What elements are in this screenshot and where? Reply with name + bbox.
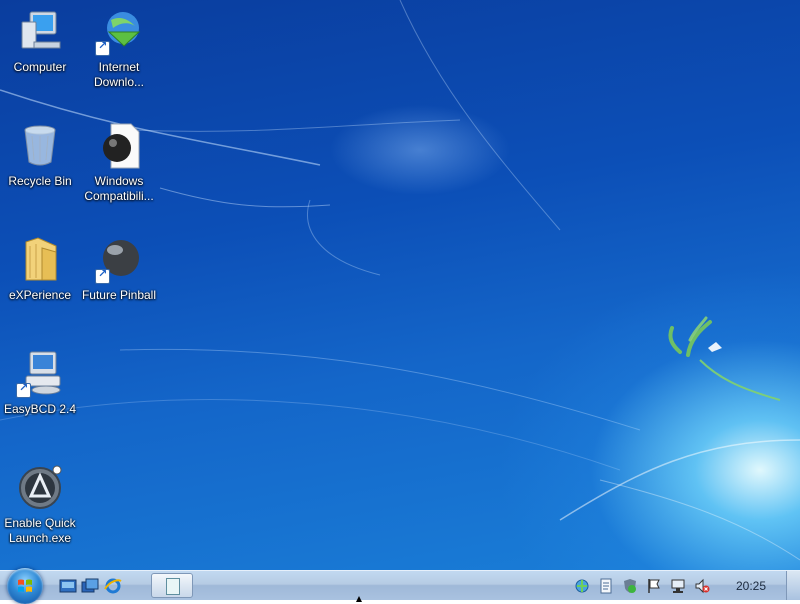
document-icon[interactable] (598, 578, 614, 594)
recycle-bin-label: Recycle Bin (8, 174, 72, 188)
taskbar-open-window-button[interactable] (151, 573, 193, 598)
network-icon[interactable] (670, 578, 686, 594)
windows-compatibility-desktop-icon[interactable]: Windows Compatibili... (79, 122, 159, 204)
shortcut-arrow-icon (95, 39, 110, 56)
enable-quick-launch-icon (16, 464, 64, 512)
computer-label: Computer (13, 60, 67, 74)
experience-folder-desktop-icon[interactable]: eXPerience (0, 236, 80, 303)
windows-start-orb-icon (18, 579, 32, 592)
clock[interactable]: 20:25 (726, 579, 776, 593)
internet-explorer-icon[interactable] (104, 577, 122, 595)
network-globe-icon[interactable] (574, 578, 590, 594)
action-center-flag-icon[interactable] (646, 578, 662, 594)
internet-download-manager-icon (95, 8, 143, 56)
show-desktop-icon[interactable] (59, 577, 77, 595)
notepad-icon (166, 578, 180, 595)
shortcut-arrow-icon (95, 267, 110, 284)
future-pinball-desktop-icon[interactable]: Future Pinball (79, 236, 159, 303)
shortcut-arrow-icon (16, 381, 31, 398)
mouse-cursor (356, 596, 362, 602)
computer-desktop-icon[interactable]: Computer (0, 8, 80, 75)
volume-muted-icon[interactable] (694, 578, 710, 594)
easybcd-icon (16, 350, 64, 398)
internet-download-manager-label: Internet Downlo... (93, 60, 145, 89)
easybcd-label: EasyBCD 2.4 (3, 402, 77, 416)
desktop[interactable]: Computer Internet Downlo... Recycle Bin (0, 0, 800, 570)
recycle-bin-icon (16, 122, 64, 170)
switch-windows-icon[interactable] (81, 577, 99, 595)
windows-compatibility-label: Windows Compatibili... (84, 174, 154, 203)
future-pinball-label: Future Pinball (81, 288, 157, 302)
windows-compatibility-icon (95, 122, 143, 170)
recycle-bin-desktop-icon[interactable]: Recycle Bin (0, 122, 80, 189)
future-pinball-icon (95, 236, 143, 284)
taskbar: 20:25 (0, 568, 800, 604)
internet-download-manager-desktop-icon[interactable]: Internet Downlo... (79, 8, 159, 90)
folder-icon (16, 236, 64, 284)
enable-quick-launch-desktop-icon[interactable]: Enable Quick Launch.exe (0, 464, 80, 546)
show-desktop-button[interactable] (786, 571, 800, 600)
security-shield-icon[interactable] (622, 578, 638, 594)
enable-quick-launch-label: Enable Quick Launch.exe (4, 516, 76, 545)
experience-label: eXPerience (8, 288, 72, 302)
easybcd-desktop-icon[interactable]: EasyBCD 2.4 (0, 350, 80, 417)
start-button[interactable] (7, 568, 43, 604)
computer-icon (16, 8, 64, 56)
